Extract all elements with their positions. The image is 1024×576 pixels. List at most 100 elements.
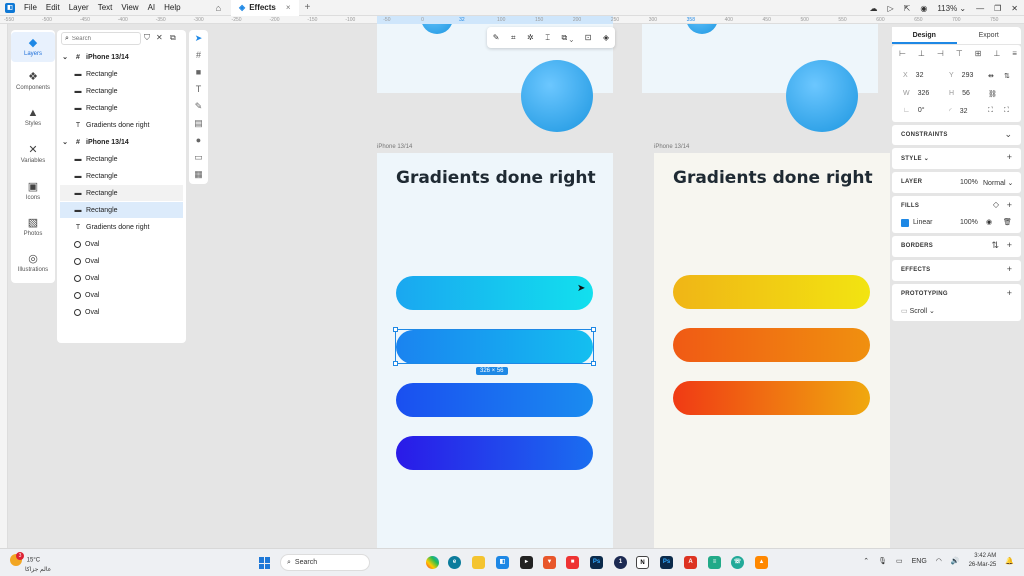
- filter-icon[interactable]: ⛉: [144, 33, 150, 43]
- clock[interactable]: 3:42 AM 26-Mar-25: [969, 552, 997, 570]
- radius-field[interactable]: ◜ 32: [949, 107, 968, 115]
- style-section[interactable]: STYLE ⌄ +: [892, 148, 1021, 169]
- layer-section[interactable]: LAYER 100% Normal ⌄: [892, 172, 1021, 193]
- add-tab-icon[interactable]: +: [305, 2, 311, 13]
- chevron-down-icon[interactable]: ⌄: [60, 138, 70, 146]
- component-tool-icon[interactable]: ▭: [189, 152, 208, 163]
- resize-handle[interactable]: [591, 361, 596, 366]
- layer-text[interactable]: T Gradients done right: [60, 117, 183, 133]
- align-right-icon[interactable]: ⊣: [937, 49, 944, 58]
- nav-styles[interactable]: ▲ Styles: [11, 107, 55, 127]
- visibility-eye-icon[interactable]: ◉: [986, 218, 992, 226]
- selection-box[interactable]: [393, 327, 596, 366]
- notepad-icon[interactable]: ≡: [708, 556, 721, 569]
- resize-handle[interactable]: [591, 327, 596, 332]
- distribute-icon[interactable]: ≡: [1012, 49, 1017, 58]
- layer-rectangle-hover[interactable]: ▬ Rectangle: [60, 185, 183, 201]
- gradient-pill[interactable]: [673, 328, 870, 362]
- layer-text[interactable]: T Gradients done right: [60, 219, 183, 235]
- menu-help[interactable]: Help: [164, 3, 180, 12]
- menu-ai[interactable]: AI: [148, 3, 156, 12]
- wifi-icon[interactable]: ◠: [936, 557, 942, 565]
- effects-section[interactable]: EFFECTS +: [892, 260, 1021, 281]
- menu-layer[interactable]: Layer: [69, 3, 89, 12]
- text-frame-icon[interactable]: ⌶: [545, 33, 550, 43]
- frame-tool-icon[interactable]: #: [189, 50, 208, 60]
- rotation-field[interactable]: ∟ 0°: [903, 107, 925, 114]
- gradient-pill[interactable]: [673, 275, 870, 309]
- component-search-icon[interactable]: ⧉: [170, 33, 176, 43]
- oval-shape[interactable]: [521, 60, 593, 132]
- flip-vertical-icon[interactable]: ⇅: [1004, 72, 1010, 80]
- heading[interactable]: Gradients done right: [673, 167, 873, 190]
- add-icon[interactable]: +: [1007, 288, 1012, 298]
- gradient-pill[interactable]: [396, 436, 593, 470]
- app-1-icon[interactable]: 1: [614, 556, 627, 569]
- start-button[interactable]: [259, 557, 271, 569]
- minimize-icon[interactable]: —: [976, 4, 984, 13]
- add-icon[interactable]: +: [1007, 152, 1012, 162]
- image-tool-icon[interactable]: ▤: [189, 118, 208, 129]
- align-top-icon[interactable]: ⊤: [956, 49, 963, 58]
- layer-rectangle-selected[interactable]: ▬ Rectangle: [60, 202, 183, 218]
- brave-app-icon[interactable]: ▼: [543, 556, 556, 569]
- layers-search-input[interactable]: [71, 35, 134, 42]
- fill-opacity[interactable]: 100%: [960, 219, 978, 226]
- add-icon[interactable]: +: [1007, 240, 1012, 250]
- copilot-app-icon[interactable]: [426, 556, 439, 569]
- tab-export[interactable]: Export: [957, 27, 1022, 44]
- align-bottom-icon[interactable]: ⊥: [993, 49, 1000, 58]
- cloud-upload-icon[interactable]: ☁: [869, 4, 877, 13]
- upper-frame-right[interactable]: [642, 24, 878, 132]
- layer-rectangle[interactable]: ▬ Rectangle: [60, 168, 183, 184]
- chevron-up-icon[interactable]: ⌃: [863, 557, 869, 565]
- taskbar-search[interactable]: ⌕ Search: [280, 554, 370, 571]
- oval-shape[interactable]: [421, 24, 453, 34]
- home-icon[interactable]: ⌂: [216, 3, 221, 13]
- menu-file[interactable]: File: [24, 3, 37, 12]
- close-icon[interactable]: ×: [286, 3, 291, 12]
- flip-horizontal-icon[interactable]: ⇹: [988, 72, 994, 80]
- layer-rectangle[interactable]: ▬ Rectangle: [60, 66, 183, 82]
- layer-oval[interactable]: Oval: [60, 253, 183, 269]
- canvas[interactable]: ✎ ⌗ ✲ ⌶ ⧉ ⌄ ⊡ ◈ iPhone 13/14 iPhone 13/1…: [208, 24, 890, 548]
- grid-tool-icon[interactable]: ▦: [189, 169, 208, 180]
- component-icon[interactable]: ◈: [603, 33, 609, 42]
- nav-icons[interactable]: ▣ Icons: [11, 180, 55, 201]
- terminal-app-icon[interactable]: ▸: [520, 556, 533, 569]
- layer-opacity[interactable]: 100%: [960, 179, 978, 186]
- add-icon[interactable]: +: [1007, 264, 1012, 274]
- layer-rectangle[interactable]: ▬ Rectangle: [60, 151, 183, 167]
- oval-shape[interactable]: [686, 24, 718, 34]
- border-position-icon[interactable]: ⇅: [991, 240, 999, 251]
- layer-frame[interactable]: ⌄ # iPhone 13/14: [60, 134, 183, 150]
- add-icon[interactable]: +: [1007, 200, 1012, 210]
- fill-style-icon[interactable]: ◇: [993, 200, 999, 209]
- blend-mode-select[interactable]: Normal ⌄: [983, 179, 1013, 187]
- x-field[interactable]: X 32: [903, 72, 923, 79]
- borders-section[interactable]: BORDERS ⇅ +: [892, 236, 1021, 257]
- align-middle-icon[interactable]: ⊞: [975, 49, 982, 58]
- layer-frame[interactable]: ⌄ # iPhone 13/14: [60, 49, 183, 65]
- gradient-pill[interactable]: [673, 381, 870, 415]
- y-field[interactable]: Y 293: [949, 72, 973, 79]
- nav-layers[interactable]: ◆ Layers: [11, 32, 55, 62]
- independent-corners-icon[interactable]: ⛶: [988, 107, 993, 115]
- photoshop-icon[interactable]: Ps: [660, 556, 673, 569]
- whatsapp-icon[interactable]: ☏: [731, 556, 744, 569]
- menu-view[interactable]: View: [121, 3, 138, 12]
- constraints-section[interactable]: CONSTRAINTS ⌄: [892, 125, 1021, 145]
- nav-variables[interactable]: ✕ Variables: [11, 143, 55, 164]
- avatar-tool-icon[interactable]: ●: [189, 135, 208, 145]
- text-tool-icon[interactable]: T: [189, 84, 208, 94]
- mask-icon[interactable]: ⊡: [585, 33, 592, 42]
- resize-handle[interactable]: [393, 361, 398, 366]
- microphone-icon[interactable]: 🎙: [878, 557, 887, 565]
- layer-rectangle[interactable]: ▬ Rectangle: [60, 100, 183, 116]
- boolean-icon[interactable]: ⧉ ⌄: [562, 33, 574, 43]
- layer-rectangle[interactable]: ▬ Rectangle: [60, 83, 183, 99]
- nav-illustrations[interactable]: ◎ Illustrations: [11, 252, 55, 273]
- effects-icon[interactable]: ✲: [527, 33, 534, 42]
- notification-bell-icon[interactable]: 🔔: [1005, 557, 1014, 565]
- fill-color-swatch[interactable]: [901, 219, 909, 227]
